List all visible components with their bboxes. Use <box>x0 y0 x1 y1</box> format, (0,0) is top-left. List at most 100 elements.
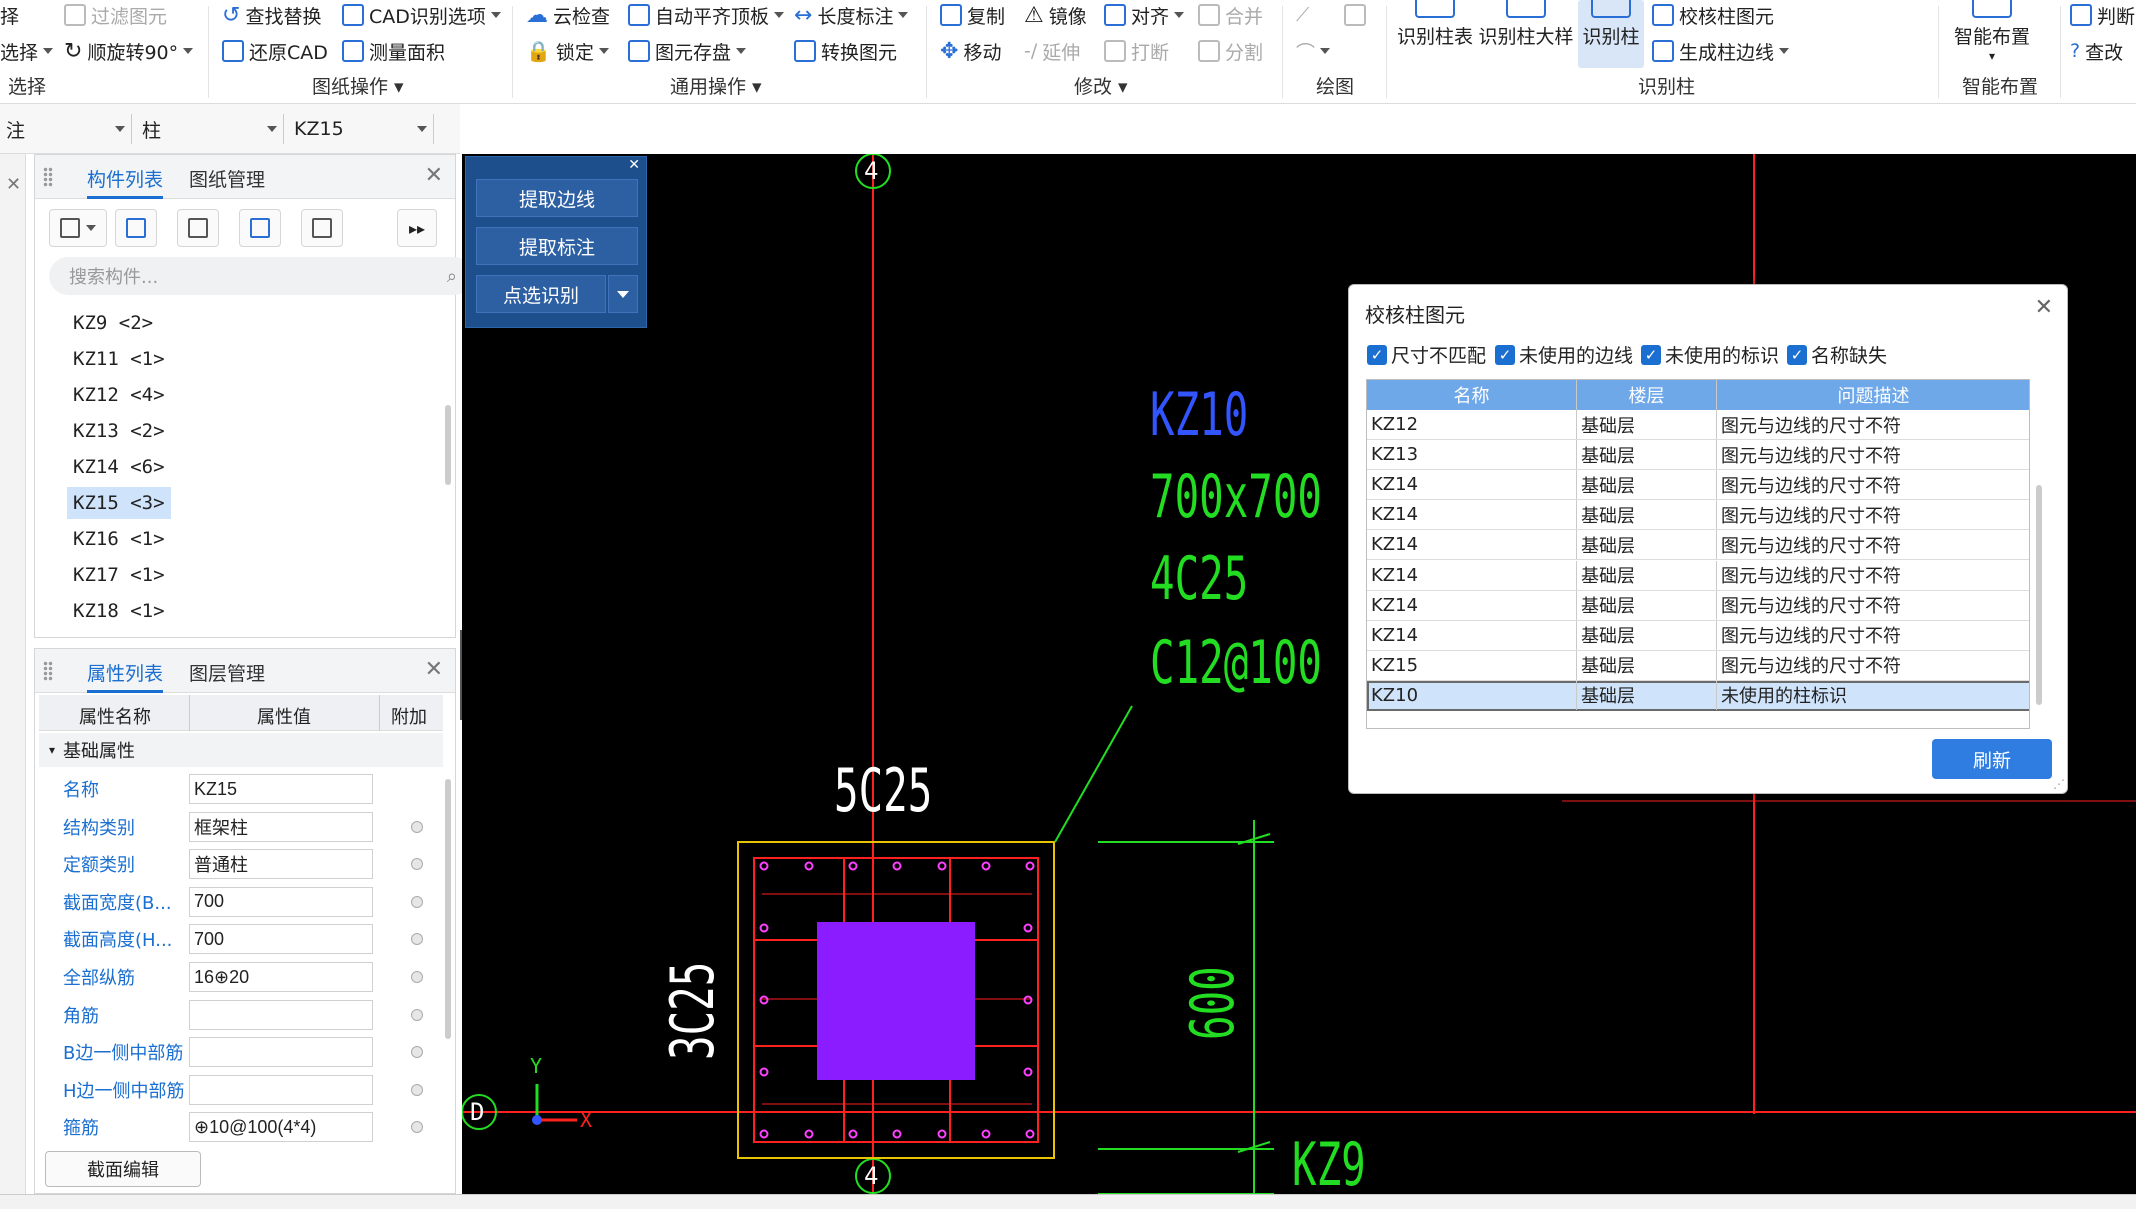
list-item[interactable]: KZ18 <1> <box>67 595 171 627</box>
judge-button[interactable]: 判断 <box>2070 0 2135 30</box>
cad-options-button[interactable]: CAD识别选项 <box>342 0 501 30</box>
restore-cad-button[interactable]: 还原CAD <box>222 36 328 66</box>
property-value-input[interactable]: 700 <box>189 886 373 917</box>
property-value-input[interactable] <box>189 999 373 1030</box>
extra-checkbox[interactable] <box>411 933 423 946</box>
property-value-input[interactable]: KZ15 <box>189 774 373 804</box>
resize-handle-icon[interactable]: ⋰ <box>2053 777 2065 791</box>
select-dropdown[interactable]: 选择 <box>0 36 54 66</box>
tab-component-list[interactable]: 构件列表 <box>87 165 164 199</box>
col-name[interactable]: 名称 <box>1367 380 1577 410</box>
extract-edge-button[interactable]: 提取边线 <box>476 179 638 217</box>
recognize-column-detail-button[interactable]: 识别柱大样 <box>1478 0 1574 49</box>
import-component-button[interactable] <box>301 209 343 247</box>
filter-elements-button[interactable]: 过滤图元 <box>64 0 167 30</box>
tab-layer-management[interactable]: 图层管理 <box>189 659 265 686</box>
extend-button[interactable]: -/延伸 <box>1024 36 1080 66</box>
column-element[interactable] <box>817 922 975 1080</box>
table-row[interactable]: KZ14 基础层 图元与边线的尺寸不符 <box>1367 620 2029 651</box>
property-group-basic[interactable]: ▾ 基础属性 <box>39 733 443 767</box>
table-row[interactable]: KZ10 基础层 未使用的柱标识 <box>1367 680 2029 711</box>
check-column-elements-button[interactable]: 校核柱图元 <box>1652 0 1774 30</box>
duplicate-layer-button[interactable] <box>239 209 281 247</box>
recognize-column-button[interactable]: 识别柱 <box>1578 0 1644 68</box>
table-row[interactable]: KZ12 基础层 图元与边线的尺寸不符 <box>1367 410 2029 440</box>
list-item[interactable]: KZ9 <2> <box>67 307 159 339</box>
point-recognize-dropdown[interactable] <box>608 275 638 313</box>
cad-label-kz9[interactable]: KZ9 <box>1292 1130 1366 1194</box>
close-icon[interactable]: ✕ <box>425 163 443 188</box>
point-recognize-button[interactable]: 点选识别 <box>476 275 606 313</box>
check-unused-mark[interactable]: ✓ 未使用的标识 <box>1641 341 1779 368</box>
generate-column-edge-button[interactable]: 生成柱边线 <box>1652 36 1790 66</box>
property-value-input[interactable]: 16⊕20 <box>189 962 373 992</box>
list-item[interactable]: KZ17 <1> <box>67 559 171 591</box>
table-row[interactable]: KZ14 基础层 图元与边线的尺寸不符 <box>1367 500 2029 531</box>
draw-arc-button[interactable]: ⌒ <box>1296 36 1331 66</box>
property-value-input[interactable]: 框架柱 <box>189 811 373 842</box>
measure-area-button[interactable]: 测量面积 <box>342 36 445 66</box>
section-edit-button[interactable]: 截面编辑 <box>45 1151 201 1187</box>
scrollbar[interactable] <box>445 405 451 485</box>
list-item[interactable]: KZ12 <4> <box>67 379 171 411</box>
list-item[interactable]: KZ14 <6> <box>67 451 171 483</box>
list-item[interactable]: KZ16 <1> <box>67 523 171 555</box>
more-tools-button[interactable]: ▸▸ <box>397 209 437 247</box>
property-value-input[interactable]: ⊕10@100(4*4) <box>189 1112 373 1143</box>
type-select[interactable]: 柱 <box>136 114 284 144</box>
extra-checkbox[interactable] <box>411 1008 423 1021</box>
property-value-input[interactable]: 普通柱 <box>189 849 373 880</box>
extra-checkbox[interactable] <box>411 895 423 908</box>
scrollbar[interactable] <box>2036 485 2042 705</box>
list-item[interactable]: KZ11 <1> <box>67 343 171 375</box>
check-unused-edge[interactable]: ✓ 未使用的边线 <box>1495 341 1633 368</box>
scrollbar[interactable] <box>445 779 451 1039</box>
table-row[interactable]: KZ14 基础层 图元与边线的尺寸不符 <box>1367 560 2029 591</box>
cad-label-stirrup[interactable]: C12@100 <box>1150 628 1322 698</box>
copy-component-button[interactable] <box>115 209 157 247</box>
tab-property-list[interactable]: 属性列表 <box>87 659 164 693</box>
move-button[interactable]: ✥ 移动 <box>940 36 1001 66</box>
recognize-column-table-button[interactable]: 识别柱表 <box>1394 0 1476 49</box>
cad-label-corner-bars[interactable]: 4C25 <box>1150 544 1248 614</box>
extra-checkbox[interactable] <box>411 858 423 871</box>
draw-line-button[interactable]: ⟋ <box>1296 0 1309 30</box>
extra-checkbox[interactable] <box>411 1083 423 1096</box>
check-size-mismatch[interactable]: ✓ 尺寸不匹配 <box>1367 341 1486 368</box>
break-button[interactable]: 打断 <box>1104 36 1169 66</box>
check-name-missing[interactable]: ✓ 名称缺失 <box>1787 341 1887 368</box>
copy-button[interactable]: 复制 <box>940 0 1005 30</box>
table-row[interactable]: KZ14 基础层 图元与边线的尺寸不符 <box>1367 590 2029 621</box>
extra-checkbox[interactable] <box>411 820 423 833</box>
draw-rect-button[interactable] <box>1344 0 1366 30</box>
property-value-input[interactable]: 700 <box>189 924 373 955</box>
auto-level-button[interactable]: 自动平齐顶板 <box>628 0 785 30</box>
table-row[interactable]: KZ14 基础层 图元与边线的尺寸不符 <box>1367 530 2029 561</box>
list-item[interactable]: KZ13 <2> <box>67 415 171 447</box>
find-replace-button[interactable]: ↺ 查找替换 <box>222 0 321 30</box>
align-button[interactable]: 对齐 <box>1104 0 1185 30</box>
query-modify-button[interactable]: ? 查改 <box>2070 36 2123 66</box>
drag-handle-icon[interactable] <box>43 167 53 187</box>
col-floor[interactable]: 楼层 <box>1577 380 1717 410</box>
extract-annotation-button[interactable]: 提取标注 <box>476 227 638 265</box>
search-input[interactable]: 搜索构件... ⌕ <box>49 257 473 295</box>
extra-checkbox[interactable] <box>411 971 423 983</box>
cad-label-size[interactable]: 700x700 <box>1150 462 1322 532</box>
close-icon[interactable]: ✕ <box>2035 295 2053 320</box>
group-label-modify[interactable]: 修改 ▾ <box>1074 72 1128 99</box>
lock-button[interactable]: 🔒 锁定 <box>526 36 609 66</box>
refresh-button[interactable]: 刷新 <box>1932 739 2052 779</box>
length-dim-button[interactable]: ↔ 长度标注 <box>794 0 909 30</box>
col-description[interactable]: 问题描述 <box>1717 380 2029 410</box>
select-button[interactable]: 择 <box>0 0 19 30</box>
tab-drawing-management[interactable]: 图纸管理 <box>189 165 265 192</box>
convert-element-button[interactable]: 转换图元 <box>794 36 897 66</box>
floor-select[interactable]: 注 <box>0 114 132 144</box>
cloud-check-button[interactable]: ☁ 云检查 <box>526 0 610 30</box>
group-label-general-ops[interactable]: 通用操作 ▾ <box>670 72 762 99</box>
new-component-button[interactable] <box>49 209 107 247</box>
split-button[interactable]: 分割 <box>1198 36 1263 66</box>
table-row[interactable]: KZ13 基础层 图元与边线的尺寸不符 <box>1367 440 2029 471</box>
merge-button[interactable]: 合并 <box>1198 0 1263 30</box>
